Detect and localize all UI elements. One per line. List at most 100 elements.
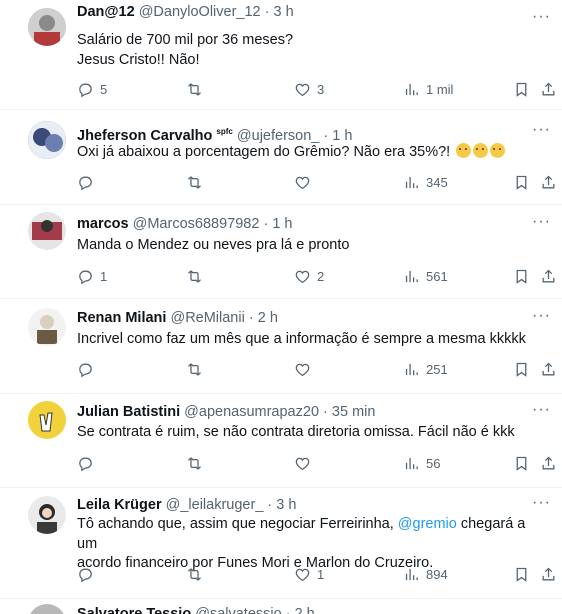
timestamp[interactable]: 2 h <box>295 606 315 614</box>
timestamp[interactable]: 3 h <box>274 4 294 20</box>
more-icon[interactable]: ··· <box>532 9 550 28</box>
timestamp[interactable]: 1 h <box>272 216 292 232</box>
timestamp[interactable]: 2 h <box>258 310 278 326</box>
like-button[interactable]: 2 <box>294 266 324 286</box>
more-icon[interactable]: ··· <box>532 308 550 327</box>
like-count: 2 <box>317 268 325 284</box>
retweet-button[interactable] <box>186 172 203 192</box>
bookmark-button[interactable] <box>513 359 530 379</box>
bookmark-button[interactable] <box>513 79 530 99</box>
reply-button[interactable] <box>77 172 94 192</box>
retweet-button[interactable] <box>186 564 203 584</box>
more-icon[interactable]: ··· <box>532 122 550 141</box>
avatar[interactable] <box>28 401 66 439</box>
retweet-button[interactable] <box>186 79 203 99</box>
tweet-card[interactable]: Jheferson Carvalho spfc @ujeferson_ · 1 … <box>0 109 562 205</box>
retweet-button[interactable] <box>186 359 203 379</box>
timestamp[interactable]: 1 h <box>332 128 352 144</box>
like-button[interactable] <box>294 172 311 192</box>
more-icon[interactable]: ··· <box>532 402 550 421</box>
avatar[interactable] <box>28 604 66 614</box>
bookmark-button[interactable] <box>513 266 530 286</box>
reply-button[interactable] <box>77 453 94 473</box>
timestamp[interactable]: 35 min <box>332 404 376 420</box>
author-name[interactable]: Jheferson Carvalho <box>77 128 212 144</box>
author-handle[interactable]: @DanyloOliver_12 <box>139 4 261 20</box>
tweet-card[interactable]: Dan@12 @DanyloOliver_12 · 3 h ··· Salári… <box>0 0 562 110</box>
like-button[interactable] <box>294 359 311 379</box>
author-handle[interactable]: @apenasumrapaz20 <box>184 404 319 420</box>
author-handle[interactable]: @_leilakruger_ <box>166 497 264 513</box>
tweet-card[interactable]: Leila Krüger @_leilakruger_ · 3 h ··· Tô… <box>0 487 562 599</box>
views-icon <box>403 566 420 583</box>
avatar[interactable] <box>28 212 66 250</box>
timestamp[interactable]: 3 h <box>276 497 296 513</box>
like-button[interactable]: 1 <box>294 564 324 584</box>
author-name[interactable]: Renan Milani <box>77 310 166 326</box>
reply-icon <box>77 268 94 285</box>
bookmark-button[interactable] <box>513 453 530 473</box>
reply-icon <box>77 566 94 583</box>
views-button[interactable]: 894 <box>403 564 448 584</box>
bookmark-icon <box>513 455 530 472</box>
thinking-emoji-icon <box>456 143 472 158</box>
like-button[interactable] <box>294 453 311 473</box>
action-bar: 251 <box>77 359 552 379</box>
bookmark-icon <box>513 268 530 285</box>
bookmark-button[interactable] <box>513 564 530 584</box>
share-button[interactable] <box>540 453 557 473</box>
tweet-card[interactable]: Salvatore Tessio @salvatessio · 2 h <box>0 598 562 614</box>
reply-button[interactable]: 1 <box>77 266 107 286</box>
avatar[interactable] <box>28 121 66 159</box>
share-button[interactable] <box>540 266 557 286</box>
like-button[interactable]: 3 <box>294 79 324 99</box>
thinking-emoji-icon <box>473 143 489 158</box>
action-bar: 56 <box>77 453 552 473</box>
author-name[interactable]: marcos <box>77 216 129 232</box>
avatar[interactable] <box>28 496 66 534</box>
reply-button[interactable] <box>77 564 94 584</box>
mention-link[interactable]: @gremio <box>398 516 457 532</box>
avatar[interactable] <box>28 308 66 346</box>
author-handle[interactable]: @ujeferson_ <box>237 128 319 144</box>
retweet-button[interactable] <box>186 266 203 286</box>
tweet-card[interactable]: Renan Milani @ReMilanii · 2 h ··· Incriv… <box>0 298 562 394</box>
action-bar: 1 894 <box>77 564 552 584</box>
views-button[interactable]: 56 <box>403 453 440 473</box>
reply-button[interactable] <box>77 359 94 379</box>
tweet-header: marcos @Marcos68897982 · 1 h <box>77 215 522 233</box>
tweet-header: Dan@12 @DanyloOliver_12 · 3 h <box>77 3 522 21</box>
views-button[interactable]: 251 <box>403 359 448 379</box>
retweet-button[interactable] <box>186 453 203 473</box>
like-icon <box>294 81 311 98</box>
share-button[interactable] <box>540 359 557 379</box>
retweet-icon <box>186 455 203 472</box>
avatar[interactable] <box>28 8 66 46</box>
more-icon[interactable]: ··· <box>532 495 550 514</box>
share-button[interactable] <box>540 79 557 99</box>
author-name[interactable]: Leila Krüger <box>77 497 162 513</box>
views-icon <box>403 174 420 191</box>
tweet-header: Jheferson Carvalho spfc @ujeferson_ · 1 … <box>77 123 522 145</box>
author-handle[interactable]: @ReMilanii <box>170 310 244 326</box>
author-name[interactable]: Salvatore Tessio <box>77 606 191 614</box>
share-button[interactable] <box>540 172 557 192</box>
author-name[interactable]: Dan@12 <box>77 4 135 20</box>
tweet-header: Renan Milani @ReMilanii · 2 h <box>77 309 522 327</box>
reply-count: 5 <box>100 81 108 97</box>
bookmark-button[interactable] <box>513 172 530 192</box>
views-button[interactable]: 561 <box>403 266 448 286</box>
author-handle[interactable]: @Marcos68897982 <box>133 216 260 232</box>
more-icon[interactable]: ··· <box>532 214 550 233</box>
author-name[interactable]: Julian Batistini <box>77 404 180 420</box>
share-icon <box>540 174 557 191</box>
views-button[interactable]: 1 mil <box>403 79 453 99</box>
reply-icon <box>77 455 94 472</box>
views-button[interactable]: 345 <box>403 172 448 192</box>
views-count: 1 mil <box>426 81 454 97</box>
reply-button[interactable]: 5 <box>77 79 107 99</box>
tweet-card[interactable]: Julian Batistini @apenasumrapaz20 · 35 m… <box>0 393 562 488</box>
tweet-card[interactable]: marcos @Marcos68897982 · 1 h ··· Manda o… <box>0 204 562 299</box>
author-handle[interactable]: @salvatessio <box>195 606 281 614</box>
share-button[interactable] <box>540 564 557 584</box>
